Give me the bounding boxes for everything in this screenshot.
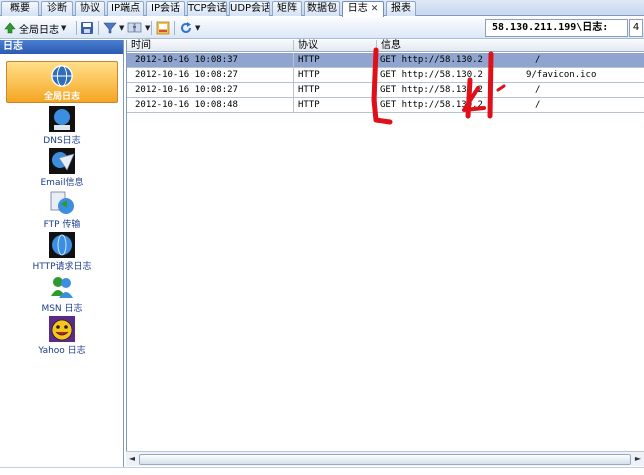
nav-item-msn-log[interactable]: MSN 日志	[0, 274, 124, 314]
cell-info-tail: /	[534, 55, 541, 65]
chevron-down-icon: ▼	[195, 24, 201, 32]
table-row[interactable]: 2012-10-16 10:08:27 HTTP GET http://58.1…	[127, 68, 644, 83]
nav-item-http-request-log[interactable]: HTTP请求日志	[0, 232, 124, 272]
export-icon	[156, 21, 170, 35]
save-button[interactable]	[80, 19, 94, 37]
cell-protocol: HTTP	[294, 68, 377, 83]
toolbar: 全局日志 ▼ ▼ ▼ ▼ 58.130.211.199\日志: 4	[0, 17, 644, 39]
cell-info: GET http://58.130.2 /	[377, 83, 644, 98]
tab-log[interactable]: 日志 ✕	[342, 1, 384, 17]
tab-strip: 概要 诊断 协议 IP端点 IP会话 TCP会话 UDP会话 矩阵 数据包 日志…	[0, 0, 644, 17]
tab-udp-session[interactable]: UDP会话	[229, 1, 270, 16]
filter-button[interactable]: ▼	[103, 19, 124, 37]
nav-item-label: FTP 传输	[43, 220, 81, 230]
refresh-button[interactable]: ▼	[179, 19, 200, 37]
tab-packets[interactable]: 数据包	[304, 1, 340, 16]
tab-ip-endpoint[interactable]: IP端点	[107, 1, 144, 16]
cell-info-tail: /	[534, 85, 541, 95]
chevron-down-icon: ▼	[61, 24, 67, 32]
column-header-info[interactable]: 信息	[377, 40, 644, 52]
save-icon	[81, 22, 93, 34]
log-table: 时间 协议 信息 2012-10-16 10:08:37 HTTP GET ht…	[126, 40, 644, 465]
nav-item-global-log[interactable]: 全局日志	[6, 61, 118, 103]
nav-item-yahoo-log[interactable]: Yahoo 日志	[0, 316, 124, 356]
find-icon	[127, 22, 142, 33]
cell-time: 2012-10-16 10:08:27	[127, 68, 294, 83]
export-button[interactable]	[156, 19, 170, 37]
scope-dropdown[interactable]: 全局日志 ▼	[4, 19, 66, 37]
table-header: 时间 协议 信息	[127, 40, 644, 52]
tab-ip-session[interactable]: IP会话	[146, 1, 185, 16]
chevron-down-icon: ▼	[145, 24, 151, 32]
cell-info-tail: /	[534, 100, 541, 110]
up-arrow-icon	[4, 22, 16, 34]
dns-log-icon	[49, 106, 75, 132]
filter-icon	[103, 22, 117, 34]
ftp-transfer-icon	[50, 191, 74, 214]
tab-report[interactable]: 报表	[386, 1, 416, 16]
toolbar-separator	[98, 21, 99, 35]
close-icon[interactable]: ✕	[371, 3, 379, 16]
msn-log-icon	[51, 277, 73, 298]
table-row[interactable]: 2012-10-16 10:08:48 HTTP GET http://58.1…	[127, 98, 644, 113]
cell-info: GET http://58.130.2 9/favicon.ico	[377, 68, 644, 83]
table-row[interactable]: 2012-10-16 10:08:27 HTTP GET http://58.1…	[127, 83, 644, 98]
column-header-protocol[interactable]: 协议	[294, 40, 377, 52]
log-panel-header: 日志	[0, 40, 123, 54]
cell-info: GET http://58.130.2 /	[377, 98, 644, 113]
toolbar-separator	[76, 21, 77, 35]
ip-log-path-display: 58.130.211.199\日志:	[485, 19, 628, 37]
chevron-down-icon: ▼	[119, 24, 125, 32]
scroll-right-icon[interactable]: ►	[632, 453, 644, 465]
tab-tcp-session[interactable]: TCP会话	[187, 1, 227, 16]
cell-protocol: HTTP	[294, 83, 377, 98]
tab-overview[interactable]: 概要	[1, 1, 39, 16]
log-count-display: 4	[629, 19, 643, 37]
horizontal-scrollbar[interactable]: ◄ ►	[126, 451, 644, 466]
toolbar-separator	[174, 21, 175, 35]
tab-matrix[interactable]: 矩阵	[272, 1, 302, 16]
toolbar-separator	[151, 21, 152, 35]
nav-item-dns-log[interactable]: DNS日志	[0, 106, 124, 146]
cell-info-text: GET http://58.130.2	[380, 100, 483, 110]
cell-time: 2012-10-16 10:08:48	[127, 98, 294, 113]
log-type-panel: 日志 全局日志 DNS日志 Email信息 FTP 传输 HTTP请求日志 MS…	[0, 40, 124, 468]
email-info-icon	[49, 148, 75, 174]
cell-time: 2012-10-16 10:08:27	[127, 83, 294, 98]
table-row[interactable]: 2012-10-16 10:08:37 HTTP GET http://58.1…	[127, 53, 644, 68]
tab-diagnosis[interactable]: 诊断	[41, 1, 73, 16]
yahoo-log-icon	[49, 316, 75, 342]
cell-info-text: GET http://58.130.2	[380, 55, 483, 65]
column-header-time[interactable]: 时间	[127, 40, 294, 52]
find-button[interactable]: ▼	[127, 19, 150, 37]
cell-info-text: GET http://58.130.2	[380, 70, 483, 80]
status-bar	[0, 467, 644, 475]
nav-item-label: Email信息	[40, 178, 84, 188]
cell-info-tail: 9/favicon.ico	[525, 70, 597, 80]
refresh-icon	[181, 22, 191, 33]
http-request-log-icon	[49, 232, 75, 258]
nav-item-label: 全局日志	[43, 92, 80, 102]
tab-protocol[interactable]: 协议	[75, 1, 105, 16]
nav-item-email-info[interactable]: Email信息	[0, 148, 124, 188]
cell-protocol: HTTP	[294, 98, 377, 113]
nav-item-label: DNS日志	[43, 136, 81, 146]
global-log-icon	[51, 65, 73, 87]
cell-protocol: HTTP	[294, 53, 377, 68]
cell-time: 2012-10-16 10:08:37	[127, 53, 294, 68]
nav-item-label: HTTP请求日志	[32, 262, 92, 272]
tab-log-label: 日志	[347, 3, 368, 14]
cell-info-text: GET http://58.130.2	[380, 85, 483, 95]
nav-item-label: Yahoo 日志	[38, 346, 86, 356]
nav-item-ftp-transfer[interactable]: FTP 传输	[0, 190, 124, 230]
nav-item-label: MSN 日志	[41, 304, 83, 314]
scroll-left-icon[interactable]: ◄	[126, 453, 138, 465]
scope-label: 全局日志	[19, 24, 59, 36]
cell-info: GET http://58.130.2 /	[377, 53, 644, 68]
scrollbar-thumb[interactable]	[139, 454, 631, 465]
